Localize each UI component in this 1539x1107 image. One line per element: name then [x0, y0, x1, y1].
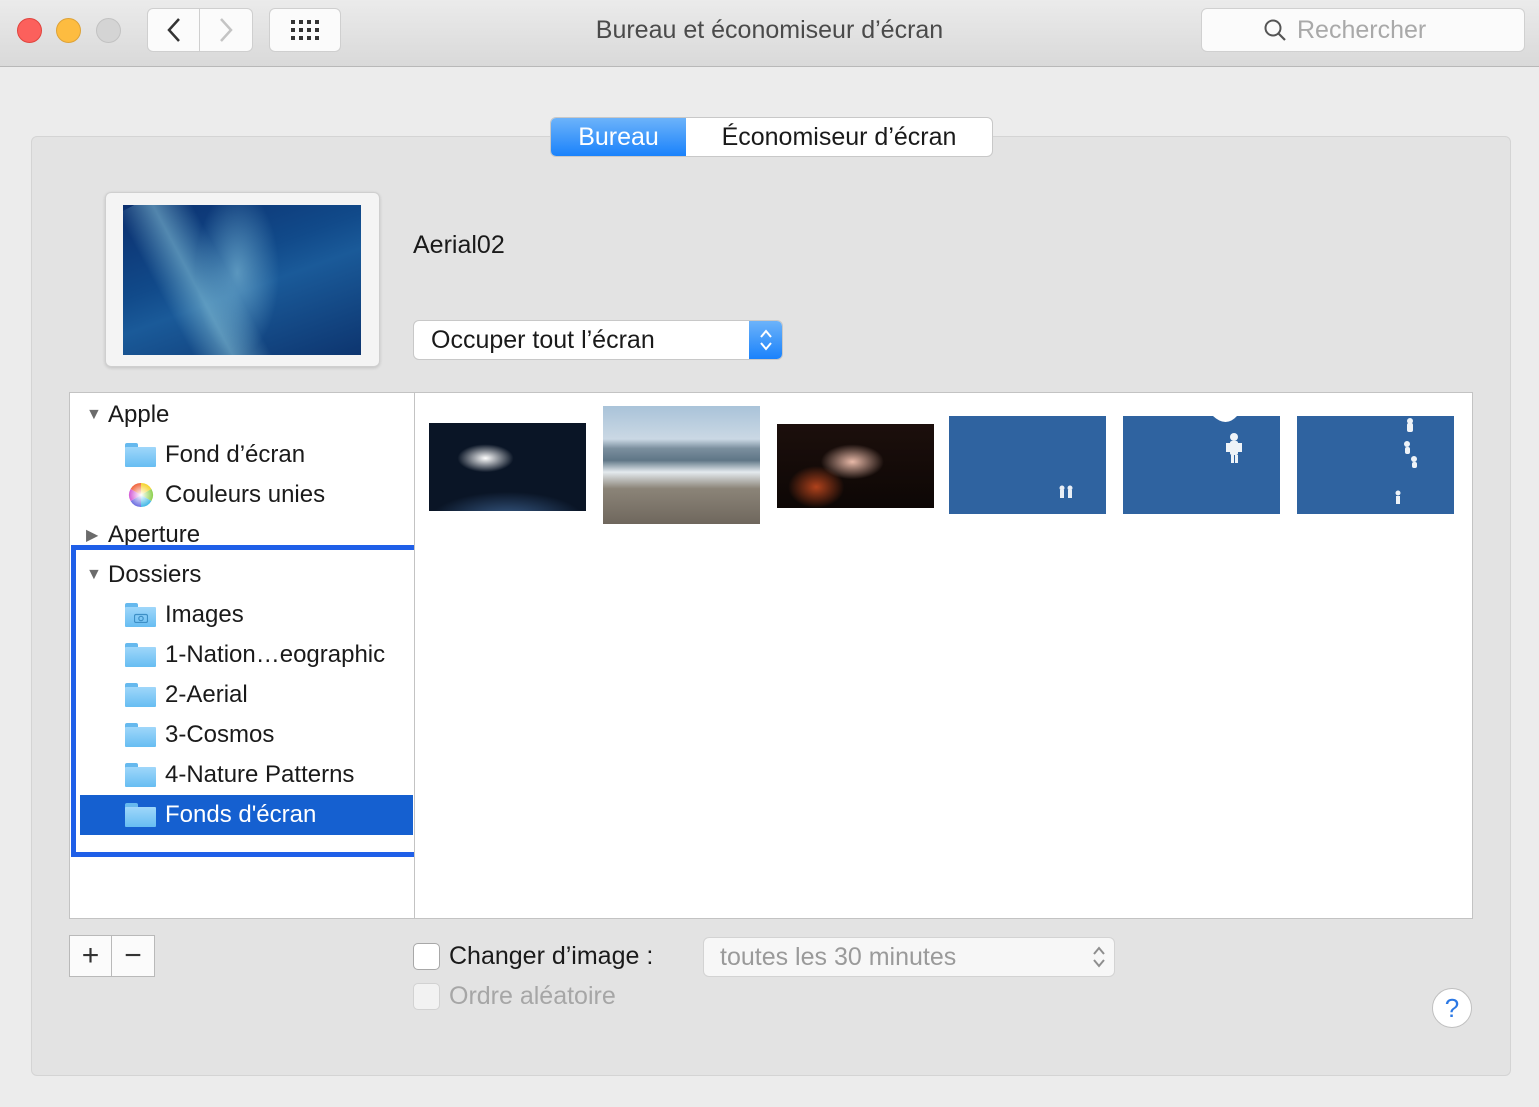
title-bar: Bureau et économiseur d’écran Rechercher — [0, 0, 1539, 67]
sidebar-item-label: Fond d’écran — [165, 441, 306, 468]
sidebar-item-couleurs-unies[interactable]: Couleurs unies — [70, 475, 413, 515]
wallpaper-thumbnail[interactable] — [1297, 416, 1454, 514]
interval-popup[interactable]: toutes les 30 minutes — [703, 937, 1115, 977]
desktop-preview — [105, 192, 380, 367]
tab-bureau[interactable]: Bureau — [551, 118, 686, 156]
segmented-tabs: Bureau Économiseur d’écran — [550, 117, 993, 157]
wallpaper-grid — [414, 392, 1473, 919]
search-placeholder: Rechercher — [1297, 15, 1427, 44]
sidebar-item-label: Couleurs unies — [165, 481, 326, 508]
wallpaper-thumbnail[interactable] — [603, 406, 760, 524]
popup-arrows-icon — [1084, 945, 1114, 969]
change-image-label: Changer d’image : — [449, 942, 654, 970]
wallpaper-thumbnail[interactable] — [949, 416, 1106, 514]
search-icon — [1264, 19, 1286, 41]
change-image-checkbox[interactable] — [413, 943, 440, 970]
interval-value: toutes les 30 minutes — [720, 942, 957, 971]
annotation-highlight-box — [71, 545, 433, 857]
random-order-label: Ordre aléatoire — [449, 982, 616, 1010]
tab-screensaver[interactable]: Économiseur d’écran — [686, 118, 992, 156]
disclosure-collapsed-icon[interactable]: ▶ — [86, 525, 106, 545]
group-label: Apple — [108, 401, 170, 428]
folder-icon — [125, 443, 156, 467]
color-wheel-icon — [128, 483, 154, 507]
current-wallpaper-image — [123, 205, 361, 355]
random-order-checkbox[interactable] — [413, 983, 440, 1010]
wallpaper-thumbnail[interactable] — [1123, 416, 1280, 514]
disclosure-expanded-icon[interactable]: ▼ — [86, 406, 106, 424]
add-folder-button[interactable]: + — [70, 936, 112, 976]
fit-mode-popup[interactable]: Occuper tout l’écran — [413, 320, 783, 360]
wallpaper-thumbnail[interactable] — [777, 424, 934, 508]
search-field[interactable]: Rechercher — [1201, 8, 1525, 52]
add-remove-control: + − — [69, 935, 155, 977]
remove-folder-button[interactable]: − — [112, 936, 154, 976]
fit-mode-value: Occuper tout l’écran — [431, 325, 655, 354]
help-button[interactable]: ? — [1432, 988, 1472, 1028]
sidebar-item-fond-ecran[interactable]: Fond d’écran — [70, 435, 413, 475]
picture-name: Aerial02 — [413, 231, 505, 259]
group-apple[interactable]: ▼ Apple — [70, 395, 413, 435]
wallpaper-thumbnail[interactable] — [429, 423, 586, 511]
popup-arrows-icon — [749, 321, 782, 359]
